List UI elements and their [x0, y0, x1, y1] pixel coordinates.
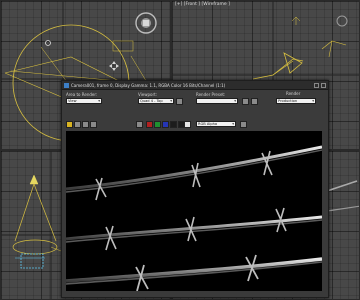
clone-frame-icon[interactable]	[82, 121, 89, 128]
barbed-wire-render	[66, 145, 322, 291]
render-preset-dropdown[interactable]	[196, 98, 238, 104]
render-toolbar: RGB Alpha	[62, 119, 328, 131]
render-window-title: Camera001, frame 0, Display Gamma: 1.1, …	[71, 82, 226, 88]
copy-image-icon[interactable]	[74, 121, 81, 128]
lock-icon[interactable]	[176, 98, 183, 105]
print-image-icon[interactable]	[90, 121, 97, 128]
viewport-front-viewcube-icon[interactable]	[336, 15, 348, 27]
environment-icon[interactable]	[251, 98, 258, 105]
render-preset-label: Render Preset:	[196, 92, 226, 97]
red-channel-toggle[interactable]	[146, 121, 153, 128]
nav-arrows-icon[interactable]	[109, 61, 119, 71]
close-icon[interactable]	[321, 82, 326, 88]
render-settings-bar: Area to Render: View Viewport: Quad 4 - …	[62, 90, 328, 119]
viewport-dropdown[interactable]: Quad 4 - Top	[138, 98, 174, 104]
minimize-icon[interactable]	[314, 82, 319, 88]
production-dropdown[interactable]: Production	[276, 98, 316, 104]
rendered-image	[66, 131, 322, 291]
render-setup-icon[interactable]	[242, 98, 249, 105]
render-button[interactable]: Render	[286, 91, 300, 96]
clear-icon[interactable]	[184, 121, 191, 128]
viewcube-icon[interactable]	[134, 11, 158, 35]
blue-channel-toggle[interactable]	[162, 121, 169, 128]
track-bar-icon[interactable]	[136, 121, 143, 128]
render-window-titlebar[interactable]: Camera001, frame 0, Display Gamma: 1.1, …	[62, 81, 328, 90]
save-image-icon[interactable]	[66, 121, 73, 128]
viewport-label: Viewport:	[138, 92, 158, 97]
alpha-channel-toggle[interactable]	[170, 121, 177, 128]
green-channel-toggle[interactable]	[154, 121, 161, 128]
area-to-render-dropdown[interactable]: View	[66, 98, 102, 104]
app-icon	[64, 82, 69, 88]
display-channel-icon[interactable]	[240, 121, 247, 128]
channel-display-dropdown[interactable]: RGB Alpha	[196, 121, 236, 127]
render-frame-window[interactable]: Camera001, frame 0, Display Gamma: 1.1, …	[61, 80, 329, 298]
area-to-render-label: Area to Render:	[66, 92, 98, 97]
